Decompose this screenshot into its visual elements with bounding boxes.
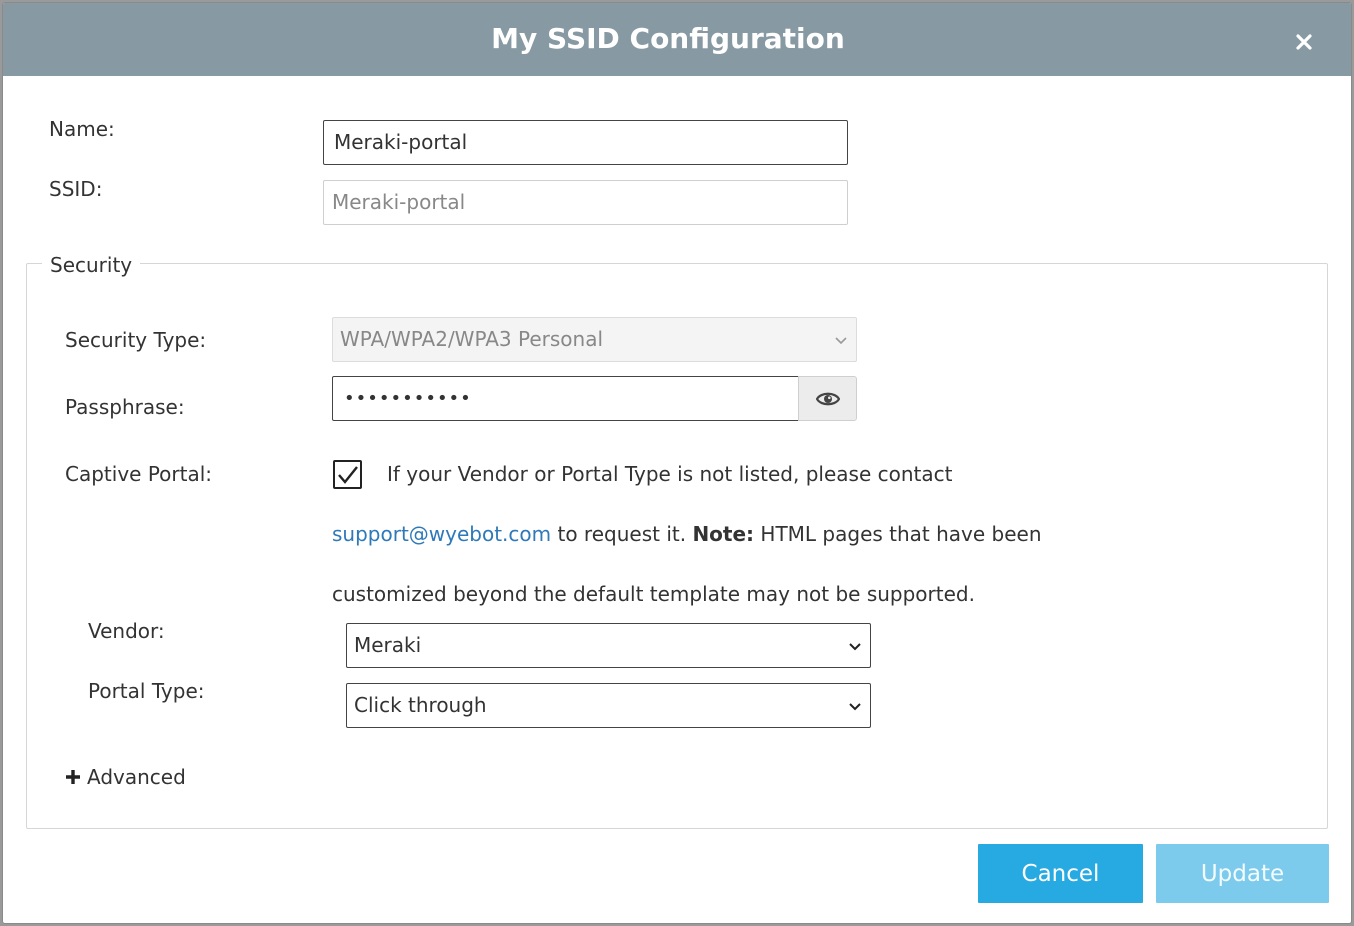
chevron-down-icon [849,703,861,711]
info-text-end: HTML pages that have been [754,522,1042,546]
close-icon [1296,34,1312,50]
info-note-label: Note: [692,522,755,546]
eye-icon [815,392,840,405]
checkmark-icon [337,465,358,484]
vendor-value: Meraki [354,633,422,657]
info-text-mid: to request it. [551,522,693,546]
security-type-value: WPA/WPA2/WPA3 Personal [340,327,604,351]
captive-portal-info-line3: customized beyond the default template m… [332,582,975,606]
ssid-input: Meraki-portal [323,180,848,225]
captive-portal-checkbox[interactable] [333,460,362,489]
portal-type-label: Portal Type: [88,679,205,703]
plus-icon [66,770,80,784]
support-email-link[interactable]: support@wyebot.com [332,522,551,546]
security-type-select: WPA/WPA2/WPA3 Personal [332,317,857,362]
chevron-down-icon [835,337,847,345]
advanced-toggle[interactable]: Advanced [65,764,186,790]
vendor-label: Vendor: [88,619,165,643]
vendor-select[interactable]: Meraki [346,623,871,668]
ssid-config-dialog: My SSID Configuration Name: Meraki-porta… [2,2,1352,924]
dialog-header: My SSID Configuration [3,3,1351,76]
security-type-label: Security Type: [65,328,207,352]
passphrase-label: Passphrase: [65,395,185,419]
captive-portal-label: Captive Portal: [65,462,213,486]
close-button[interactable] [1289,27,1319,57]
security-legend: Security [42,252,141,278]
captive-portal-info-line2: support@wyebot.com to request it. Note: … [332,521,1042,547]
cancel-button[interactable]: Cancel [978,844,1143,903]
dialog-title: My SSID Configuration [491,22,845,55]
passphrase-input[interactable]: ••••••••••• [332,376,799,421]
name-label: Name: [49,117,115,141]
portal-type-select[interactable]: Click through [346,683,871,728]
portal-type-value: Click through [354,693,487,717]
ssid-label: SSID: [49,177,103,201]
name-input[interactable]: Meraki-portal [323,120,848,165]
update-button[interactable]: Update [1156,844,1329,903]
chevron-down-icon [849,643,861,651]
show-passphrase-button[interactable] [798,376,857,421]
advanced-label: Advanced [87,765,186,789]
captive-portal-info-line1: If your Vendor or Portal Type is not lis… [387,462,953,486]
